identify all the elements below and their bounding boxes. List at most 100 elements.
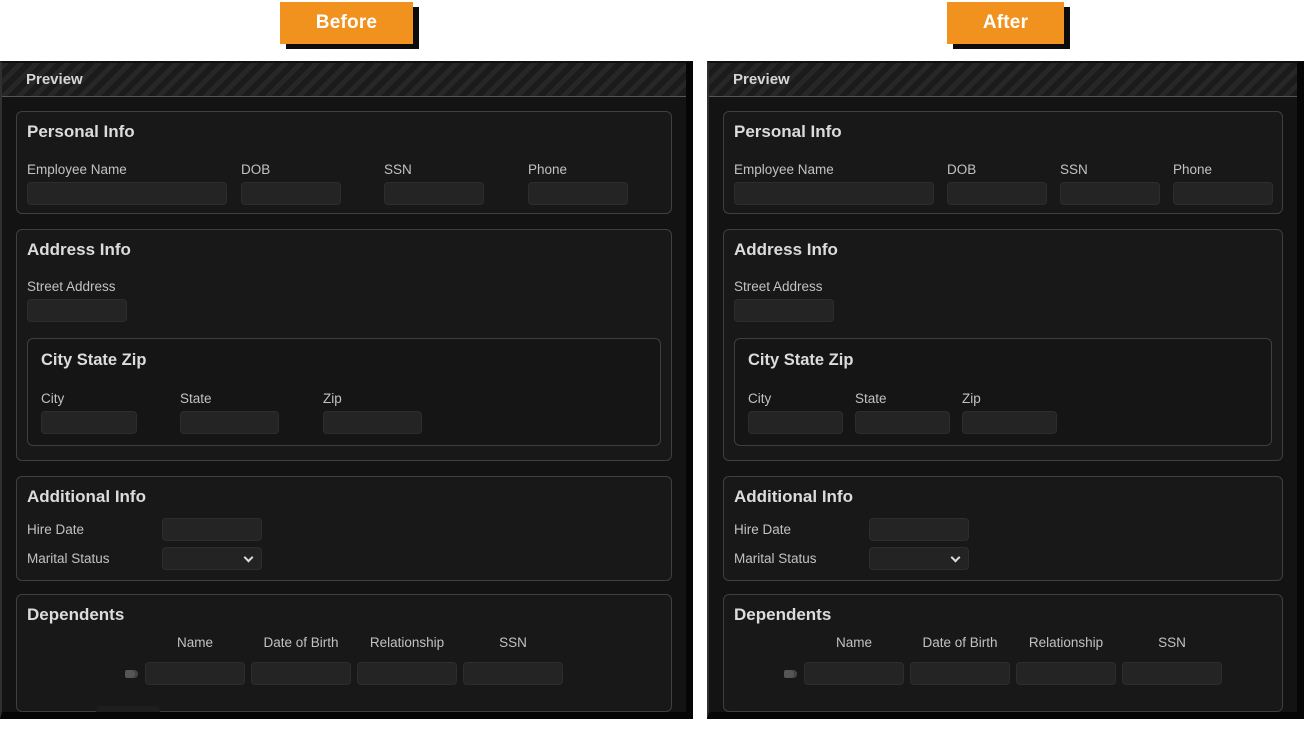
ssn-input[interactable]	[1060, 182, 1160, 205]
dependent-dob-input[interactable]	[251, 662, 351, 685]
dependents-section: Dependents Name Date of Birth Relationsh…	[723, 594, 1283, 712]
after-column: After Preview Personal Info Employee Nam…	[707, 2, 1304, 719]
dob-field: DOB	[241, 162, 341, 205]
hire-date-row: Hire Date	[734, 518, 1272, 541]
state-field: State	[180, 391, 279, 434]
state-input[interactable]	[855, 411, 950, 434]
city-input[interactable]	[41, 411, 137, 434]
dependent-name-label: Name	[176, 635, 213, 650]
address-info-section: Address Info Street Address City State Z…	[723, 229, 1283, 461]
preview-body: Personal Info Employee Name DOB SSN Phon…	[2, 97, 686, 712]
before-button[interactable]: Before	[279, 2, 414, 44]
phone-input[interactable]	[528, 182, 628, 205]
dependent-name-col: Name	[145, 635, 245, 685]
hire-date-input[interactable]	[869, 518, 969, 541]
additional-info-section: Additional Info Hire Date Marital Status	[16, 476, 672, 581]
personal-info-section: Personal Info Employee Name DOB SSN Phon…	[16, 111, 672, 214]
dependent-relationship-input[interactable]	[357, 662, 457, 685]
hire-date-input[interactable]	[162, 518, 262, 541]
preview-header: Preview	[2, 63, 686, 97]
street-address-input[interactable]	[734, 299, 834, 322]
marital-status-row: Marital Status	[734, 547, 1272, 570]
dependent-relationship-label: Relationship	[1028, 635, 1104, 650]
preview-header: Preview	[709, 63, 1297, 97]
dependents-row: Name Date of Birth Relationship SSN	[784, 635, 1222, 685]
dob-input[interactable]	[241, 182, 341, 205]
marital-status-select[interactable]	[869, 547, 969, 570]
zip-field: Zip	[962, 391, 1057, 434]
personal-info-title: Personal Info	[27, 122, 135, 141]
dependent-ssn-input[interactable]	[1122, 662, 1222, 685]
employee-name-input[interactable]	[27, 182, 227, 205]
city-field: City	[748, 391, 843, 434]
city-state-zip-row: City State Zip	[748, 391, 1259, 434]
state-label: State	[855, 391, 887, 406]
preview-title: Preview	[733, 71, 790, 88]
comparison-stage: Before Preview Personal Info Employee Na…	[0, 0, 1311, 719]
city-input[interactable]	[748, 411, 843, 434]
dependents-title: Dependents	[734, 605, 832, 624]
dependent-dob-label: Date of Birth	[263, 635, 339, 650]
dependent-relationship-input[interactable]	[1016, 662, 1116, 685]
dependent-ssn-input[interactable]	[463, 662, 563, 685]
dependent-marker	[125, 635, 138, 685]
dependent-row-marker-icon	[125, 670, 138, 678]
hire-date-label: Hire Date	[27, 522, 85, 537]
dependent-dob-col: Date of Birth	[251, 635, 351, 685]
add-dependent-button-clipped[interactable]	[96, 706, 160, 712]
ssn-label: SSN	[384, 162, 412, 177]
dob-input[interactable]	[947, 182, 1047, 205]
dependent-ssn-label: SSN	[499, 635, 527, 650]
city-state-zip-title: City State Zip	[748, 351, 854, 369]
marital-status-label: Marital Status	[734, 551, 817, 566]
ssn-input[interactable]	[384, 182, 484, 205]
dependent-dob-input[interactable]	[910, 662, 1010, 685]
preview-panel-after: Preview Personal Info Employee Name DOB	[707, 61, 1304, 719]
dependent-dob-col: Date of Birth	[910, 635, 1010, 685]
dependent-dob-label: Date of Birth	[922, 635, 998, 650]
phone-field: Phone	[528, 162, 628, 205]
zip-input[interactable]	[962, 411, 1057, 434]
zip-label: Zip	[323, 391, 342, 406]
dependent-relationship-col: Relationship	[357, 635, 457, 685]
dependent-relationship-col: Relationship	[1016, 635, 1116, 685]
dependents-title: Dependents	[27, 605, 125, 624]
dependent-name-input[interactable]	[804, 662, 904, 685]
employee-name-input[interactable]	[734, 182, 934, 205]
phone-field: Phone	[1173, 162, 1273, 205]
city-label: City	[41, 391, 65, 406]
city-state-zip-row: City State Zip	[41, 391, 648, 434]
dependent-ssn-label: SSN	[1158, 635, 1186, 650]
hire-date-label: Hire Date	[734, 522, 792, 537]
ssn-field: SSN	[384, 162, 484, 205]
personal-fields-row: Employee Name DOB SSN Phone	[734, 162, 1273, 205]
dependent-relationship-label: Relationship	[369, 635, 445, 650]
dependent-name-label: Name	[835, 635, 872, 650]
city-field: City	[41, 391, 137, 434]
employee-name-field: Employee Name	[734, 162, 934, 205]
additional-info-title: Additional Info	[27, 487, 146, 506]
zip-input[interactable]	[323, 411, 422, 434]
dependent-name-input[interactable]	[145, 662, 245, 685]
city-state-zip-section: City State Zip City State Zip	[734, 338, 1272, 446]
state-input[interactable]	[180, 411, 279, 434]
street-address-label: Street Address	[27, 279, 116, 294]
dob-label: DOB	[241, 162, 271, 177]
city-state-zip-title: City State Zip	[41, 351, 147, 369]
street-address-input[interactable]	[27, 299, 127, 322]
marital-status-row: Marital Status	[27, 547, 661, 570]
street-address-field: Street Address	[27, 279, 661, 322]
dependent-marker	[784, 635, 797, 685]
personal-fields-row: Employee Name DOB SSN Phone	[27, 162, 661, 205]
employee-name-label: Employee Name	[734, 162, 834, 177]
after-button[interactable]: After	[946, 2, 1065, 44]
preview-panel-before: Preview Personal Info Employee Name DOB	[0, 61, 693, 719]
marital-status-select[interactable]	[162, 547, 262, 570]
street-address-label: Street Address	[734, 279, 823, 294]
phone-input[interactable]	[1173, 182, 1273, 205]
additional-info-section: Additional Info Hire Date Marital Status	[723, 476, 1283, 581]
employee-name-field: Employee Name	[27, 162, 227, 205]
dob-label: DOB	[947, 162, 977, 177]
dependents-row: Name Date of Birth Relationship SSN	[125, 635, 563, 685]
hire-date-row: Hire Date	[27, 518, 661, 541]
